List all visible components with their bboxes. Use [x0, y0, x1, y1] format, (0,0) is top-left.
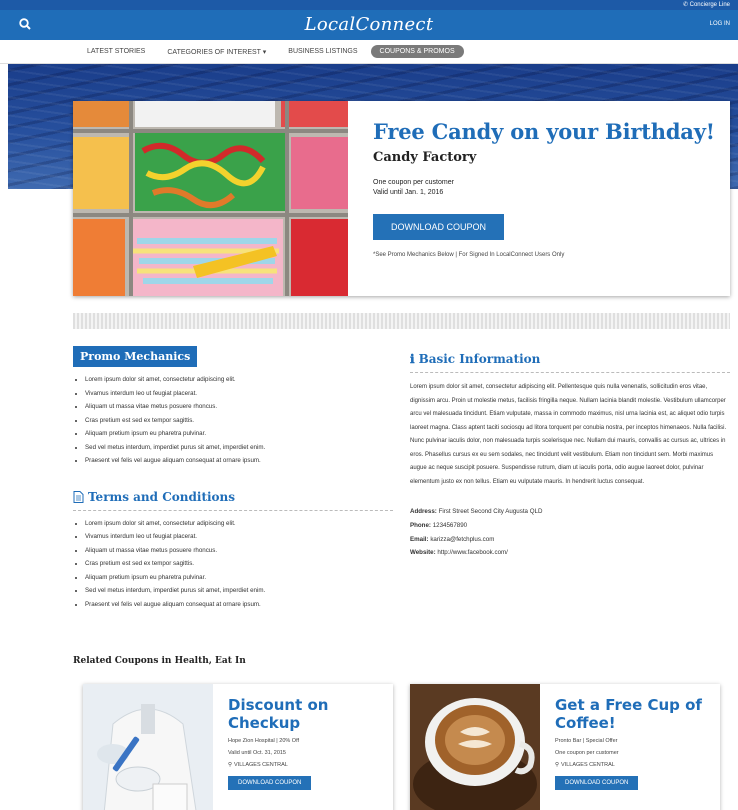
- coupon-title: Free Candy on your Birthday!: [373, 119, 715, 144]
- nav-business-listings[interactable]: BUSINESS LISTINGS: [279, 45, 366, 58]
- download-coupon-button[interactable]: DOWNLOAD COUPON: [228, 776, 312, 790]
- terms-heading: Terms and Conditions: [73, 490, 393, 511]
- hero-coupon-card: Free Candy on your Birthday! Candy Facto…: [73, 101, 730, 296]
- related-coupon-card[interactable]: Get a Free Cup of Coffee! Pronto Bar | S…: [410, 684, 720, 810]
- merchant-name[interactable]: Candy Factory: [373, 150, 720, 165]
- left-column: Promo Mechanics Lorem ipsum dolor sit am…: [73, 346, 393, 611]
- list-item: Lorem ipsum dolor sit amet, consectetur …: [85, 517, 393, 531]
- nav-categories-dropdown[interactable]: CATEGORIES OF INTEREST ▾: [158, 45, 275, 59]
- terms-section: Terms and Conditions Lorem ipsum dolor s…: [73, 490, 393, 612]
- phone-icon: ✆: [682, 2, 690, 8]
- list-item: Aliquam ut massa vitae metus posuere rho…: [85, 400, 393, 414]
- hero-info: Free Candy on your Birthday! Candy Facto…: [373, 119, 720, 258]
- promo-mechanics-list: Lorem ipsum dolor sit amet, consectetur …: [73, 373, 393, 468]
- email-row: Email: karizza@fetchplus.com: [410, 535, 495, 543]
- list-item: Lorem ipsum dolor sit amet, consectetur …: [85, 373, 393, 387]
- related-coupon-location: ⚲ VILLAGES CENTRAL: [228, 762, 288, 768]
- login-link[interactable]: LOG IN: [710, 21, 730, 27]
- basic-info-paragraph: Lorem ipsum dolor sit amet, consectetur …: [410, 384, 727, 485]
- related-coupon-info: Discount on Checkup Hope Zion Hospital |…: [228, 696, 387, 790]
- related-coupon-info: Get a Free Cup of Coffee! Pronto Bar | S…: [555, 696, 714, 790]
- contact-details: Address: First Street Second City August…: [410, 505, 730, 560]
- main-nav: LATEST STORIES CATEGORIES OF INTEREST ▾ …: [0, 40, 738, 64]
- doctor-image: [83, 684, 213, 810]
- candy-image: [73, 101, 348, 296]
- coupon-limit: One coupon per customer: [373, 179, 454, 186]
- list-item: Sed vel metus interdum, imperdiet purus …: [85, 584, 393, 598]
- terms-list: Lorem ipsum dolor sit amet, consectetur …: [73, 517, 393, 612]
- website-row: Website: http://www.facebook.com/: [410, 549, 508, 557]
- section-divider: [73, 313, 730, 329]
- related-coupon-meta: Hope Zion Hospital | 20% Off: [228, 738, 300, 744]
- related-coupons-heading: Related Coupons in Health, Eat In: [73, 656, 246, 666]
- list-item: Sed vel metus interdum, imperdiet purus …: [85, 441, 393, 455]
- list-item: Praesent vel felis vel augue aliquam con…: [85, 454, 393, 468]
- coffee-image: [410, 684, 540, 810]
- related-coupon-card[interactable]: Discount on Checkup Hope Zion Hospital |…: [83, 684, 393, 810]
- related-coupon-meta: Pronto Bar | Special Offer: [555, 738, 618, 744]
- list-item: Praesent vel felis vel augue aliquam con…: [85, 598, 393, 612]
- promo-mechanics-heading: Promo Mechanics: [73, 346, 198, 367]
- list-item: Cras pretium est sed ex tempor sagittis.: [85, 557, 393, 571]
- list-item: Aliquam ut massa vitae metus posuere rho…: [85, 544, 393, 558]
- info-icon: ℹ: [410, 352, 415, 366]
- phone-row: Phone: 1234567890: [410, 521, 468, 529]
- related-coupon-title[interactable]: Discount on Checkup: [228, 696, 387, 732]
- related-coupon-validity: Valid until Oct. 31, 2015: [228, 750, 286, 756]
- related-coupon-title[interactable]: Get a Free Cup of Coffee!: [555, 696, 714, 732]
- list-item: Aliquam pretium ipsum eu pharetra pulvin…: [85, 427, 393, 441]
- map-pin-icon: ⚲: [555, 762, 560, 768]
- site-logo[interactable]: LocalConnect: [0, 14, 738, 35]
- download-coupon-button[interactable]: DOWNLOAD COUPON: [555, 776, 639, 790]
- nav-latest-stories[interactable]: LATEST STORIES: [78, 45, 154, 58]
- list-item: Aliquam pretium ipsum eu pharetra pulvin…: [85, 571, 393, 585]
- document-icon: [73, 490, 84, 503]
- related-coupon-location: ⚲ VILLAGES CENTRAL: [555, 762, 615, 768]
- coupon-meta: One coupon per customer Valid until Jan.…: [373, 178, 720, 198]
- website-link[interactable]: http://www.facebook.com/: [437, 549, 508, 556]
- list-item: Vivamus interdum leo ut feugiat placerat…: [85, 530, 393, 544]
- download-coupon-button[interactable]: DOWNLOAD COUPON: [373, 214, 505, 240]
- list-item: Cras pretium est sed ex tempor sagittis.: [85, 414, 393, 428]
- email-link[interactable]: karizza@fetchplus.com: [430, 536, 494, 543]
- utility-bar: ✆ Concierge Line: [0, 0, 738, 10]
- coupon-note: *See Promo Mechanics Below | For Signed …: [373, 252, 565, 258]
- page: ✆ Concierge Line LocalConnect LOG IN LAT…: [0, 0, 738, 810]
- header: LocalConnect LOG IN: [0, 10, 738, 40]
- basic-info-heading: ℹ Basic Information: [410, 352, 730, 373]
- related-coupon-validity: One coupon per customer: [555, 750, 619, 756]
- concierge-link[interactable]: Concierge Line: [690, 2, 730, 8]
- address-row: Address: First Street Second City August…: [410, 508, 543, 515]
- map-pin-icon: ⚲: [228, 762, 233, 768]
- right-column: ℹ Basic Information Lorem ipsum dolor si…: [410, 352, 730, 560]
- list-item: Vivamus interdum leo ut feugiat placerat…: [85, 387, 393, 401]
- nav-coupons-promos[interactable]: COUPONS & PROMOS: [370, 45, 464, 58]
- coupon-validity: Valid until Jan. 1, 2016: [373, 189, 444, 196]
